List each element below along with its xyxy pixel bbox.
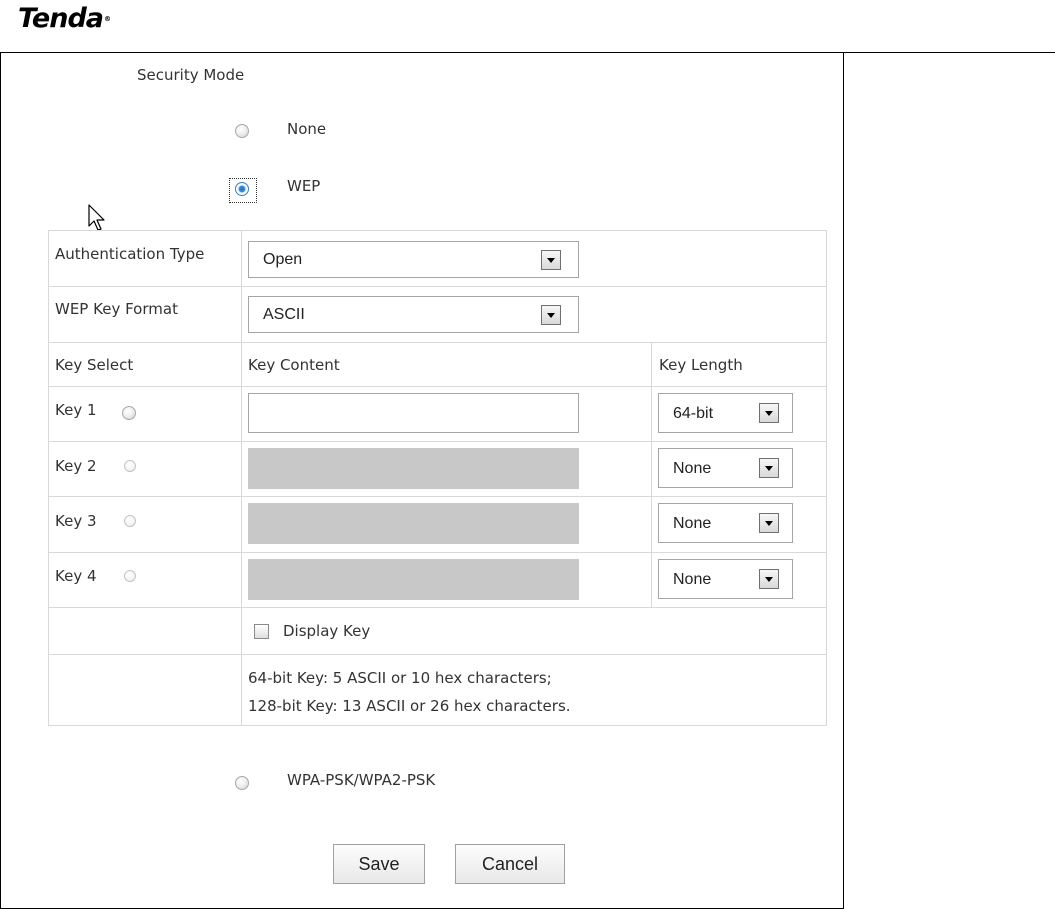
chevron-down-icon[interactable] xyxy=(759,569,779,589)
header-key-select: Key Select xyxy=(55,356,134,374)
header-key-length: Key Length xyxy=(659,356,743,374)
chevron-down-icon[interactable] xyxy=(759,403,779,423)
key-format-value: ASCII xyxy=(263,306,305,323)
key-help-line1: 64-bit Key: 5 ASCII or 10 hex characters… xyxy=(248,669,552,687)
key1-label: Key 1 xyxy=(55,401,97,419)
row-divider xyxy=(48,441,827,442)
auth-type-label: Authentication Type xyxy=(55,245,205,263)
auth-type-value: Open xyxy=(263,251,303,268)
row-divider xyxy=(48,654,827,655)
key2-length-value: None xyxy=(673,460,712,477)
key3-content-input[interactable] xyxy=(248,503,579,544)
row-divider xyxy=(48,496,827,497)
chevron-down-icon[interactable] xyxy=(759,513,779,533)
key1-radio[interactable] xyxy=(122,406,136,420)
key4-length-value: None xyxy=(673,571,712,588)
security-mode-label: Security Mode xyxy=(137,66,245,84)
key3-length-value: None xyxy=(673,515,712,532)
radio-wpa-label: WPA-PSK/WPA2-PSK xyxy=(287,771,436,789)
key2-label: Key 2 xyxy=(55,457,97,475)
radio-wpa[interactable] xyxy=(235,776,249,790)
radio-wep-label: WEP xyxy=(287,177,321,195)
key1-length-select[interactable]: 64-bit xyxy=(658,393,793,433)
row-divider xyxy=(48,607,827,608)
display-key-label: Display Key xyxy=(283,622,371,640)
mouse-cursor-icon xyxy=(88,204,105,231)
auth-type-select[interactable]: Open xyxy=(248,241,579,278)
key-format-label: WEP Key Format xyxy=(55,300,178,318)
tenda-logo: Tenda® xyxy=(18,3,111,34)
cancel-button[interactable]: Cancel xyxy=(455,844,565,884)
column-divider xyxy=(241,230,242,726)
chevron-down-icon[interactable] xyxy=(759,458,779,478)
key2-length-select[interactable]: None xyxy=(658,448,793,488)
column-divider xyxy=(651,342,652,607)
radio-wep[interactable] xyxy=(235,182,249,196)
key3-radio[interactable] xyxy=(124,515,136,527)
row-divider xyxy=(48,286,827,287)
display-key-checkbox[interactable] xyxy=(254,624,269,639)
chevron-down-icon[interactable] xyxy=(541,305,561,325)
key-help-line2: 128-bit Key: 13 ASCII or 26 hex characte… xyxy=(248,697,571,715)
key3-label: Key 3 xyxy=(55,512,97,530)
key4-content-input[interactable] xyxy=(248,559,579,600)
row-divider xyxy=(48,552,827,553)
chevron-down-icon[interactable] xyxy=(541,250,561,270)
key3-length-select[interactable]: None xyxy=(658,503,793,543)
key1-content-input[interactable] xyxy=(248,393,579,433)
radio-none-label: None xyxy=(287,120,327,138)
key4-label: Key 4 xyxy=(55,567,97,585)
row-divider xyxy=(48,342,827,343)
key4-radio[interactable] xyxy=(124,570,136,582)
save-button[interactable]: Save xyxy=(333,844,425,884)
key1-length-value: 64-bit xyxy=(673,405,714,422)
key-format-select[interactable]: ASCII xyxy=(248,296,579,333)
radio-none[interactable] xyxy=(235,124,249,138)
key2-content-input[interactable] xyxy=(248,448,579,489)
row-divider xyxy=(48,386,827,387)
header-key-content: Key Content xyxy=(248,356,340,374)
key2-radio[interactable] xyxy=(124,460,136,472)
key4-length-select[interactable]: None xyxy=(658,559,793,599)
